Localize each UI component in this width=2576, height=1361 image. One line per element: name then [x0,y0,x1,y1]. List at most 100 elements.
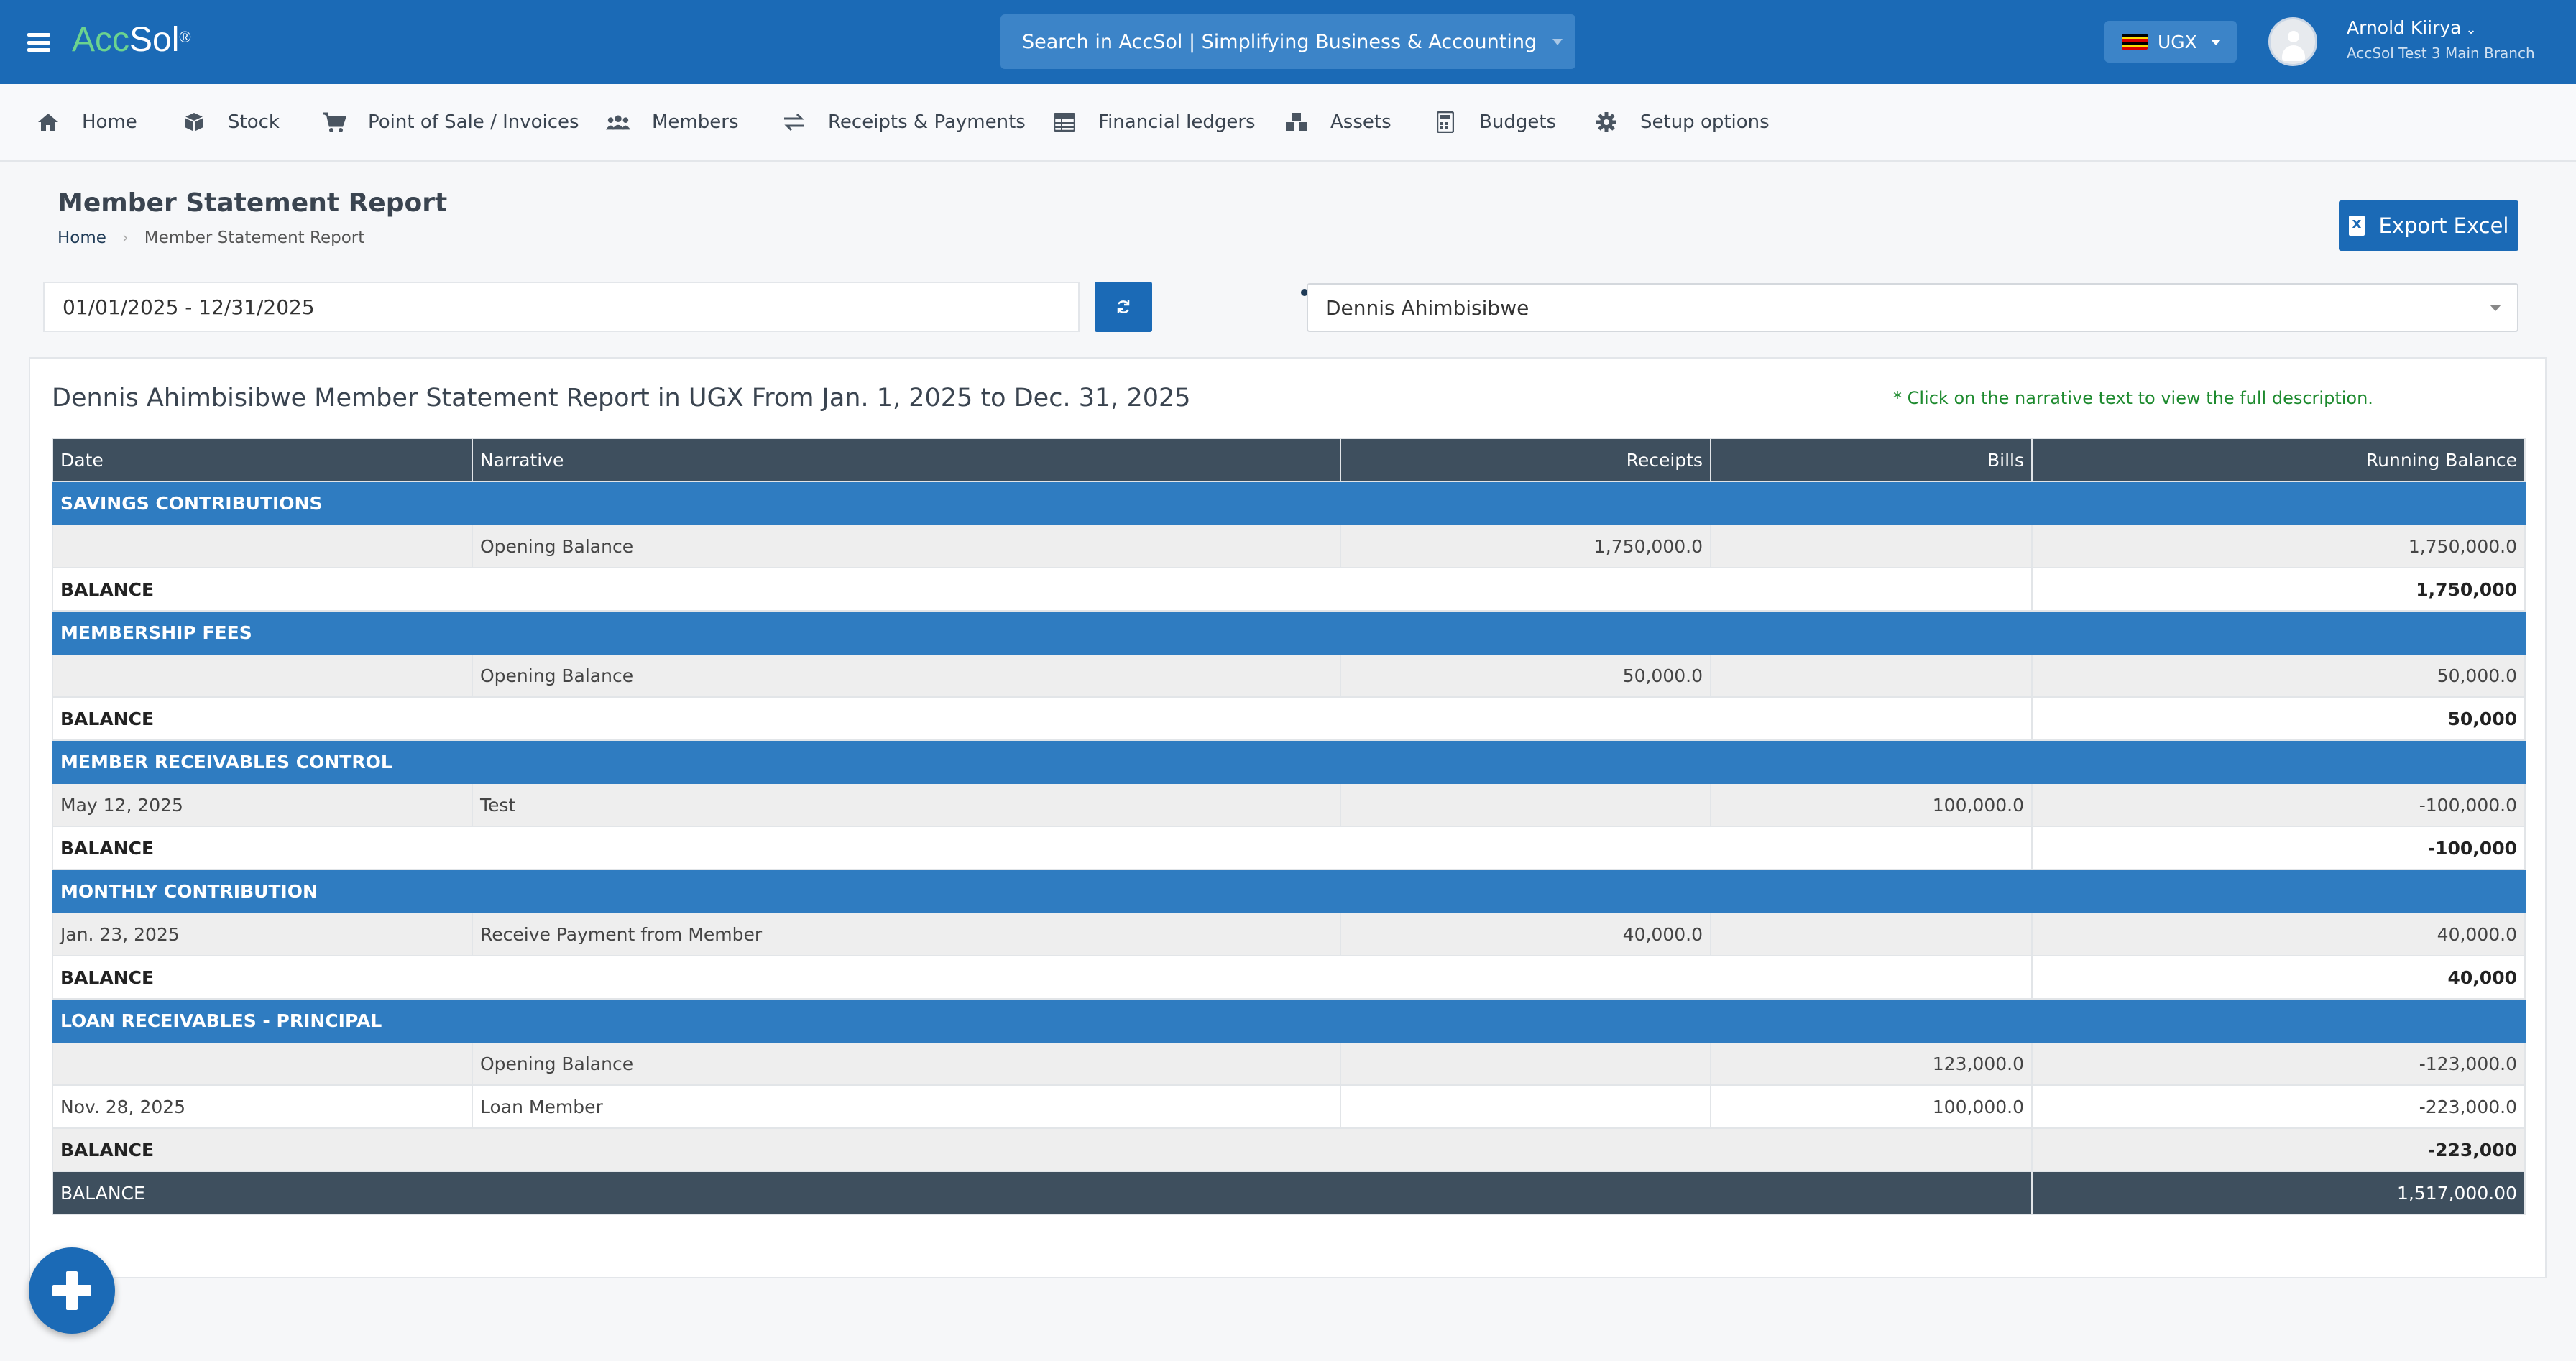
entry-narrative[interactable]: Test [472,783,1341,827]
caret-down-icon [2211,40,2221,45]
chevron-down-icon: ⌄ [2465,22,2477,37]
section-balance-row: BALANCE -100,000 [52,826,2526,870]
hamburger-menu-icon[interactable] [27,33,50,52]
date-range-value: 01/01/2025 - 12/31/2025 [63,295,315,319]
entry-narrative[interactable]: Opening Balance [472,653,1341,698]
report-title: Dennis Ahimbisibwe Member Statement Repo… [52,384,1191,412]
section-balance-row: BALANCE 1,750,000 [52,567,2526,612]
entry-narrative[interactable]: Opening Balance [472,1041,1341,1086]
balance-value: 1,750,000 [2031,567,2526,612]
entry-receipts [1340,1041,1711,1086]
nav-home[interactable]: Home [36,84,137,160]
breadcrumb-home-link[interactable]: Home [58,229,106,247]
nav-budgets[interactable]: Budgets [1433,84,1556,160]
table-icon [1052,111,1077,133]
balance-value: -223,000 [2031,1127,2526,1172]
section-name: LOAN RECEIVABLES - PRINCIPAL [52,998,2526,1043]
entry-bills [1710,653,2033,698]
main-nav: Home Stock Point of Sale / Invoices Memb… [0,84,2576,162]
column-header-running-balance[interactable]: Running Balance [2031,438,2526,482]
user-name: Arnold Kiirya [2347,17,2462,38]
breadcrumb-current: Member Statement Report [144,229,365,247]
nav-members[interactable]: Members [606,84,739,160]
entry-date [52,1041,473,1086]
nav-receipts-payments[interactable]: Receipts & Payments [782,84,1026,160]
column-header-receipts[interactable]: Receipts [1340,438,1711,482]
grand-total-value: 1,517,000.00 [2031,1171,2526,1215]
entry-narrative[interactable]: Loan Member [472,1084,1341,1129]
export-excel-button[interactable]: Export Excel [2339,200,2518,251]
nav-stock[interactable]: Stock [182,84,280,160]
refresh-button[interactable] [1095,282,1152,332]
gear-icon [1594,111,1619,133]
user-menu[interactable]: Arnold Kiirya ⌄ [2347,17,2477,38]
column-header-date[interactable]: Date [52,438,473,482]
page-title: Member Statement Report [58,188,448,218]
exchange-icon [782,111,806,133]
entry-narrative[interactable]: Opening Balance [472,524,1341,568]
breadcrumb-separator-icon: › [121,229,129,247]
home-icon [36,111,60,133]
excel-file-icon [2348,214,2365,236]
add-floating-button[interactable] [29,1247,115,1334]
column-header-narrative[interactable]: Narrative [472,438,1341,482]
table-row: May 12, 2025 Test 100,000.0 -100,000.0 [52,783,2526,827]
section-name: MEMBER RECEIVABLES CONTROL [52,739,2526,784]
cart-icon [322,111,346,133]
nav-point-of-sale[interactable]: Point of Sale / Invoices [322,84,579,160]
entry-date [52,524,473,568]
balance-value: 40,000 [2031,955,2526,1000]
entry-bills: 100,000.0 [1710,783,2033,827]
report-note: * Click on the narrative text to view th… [1893,388,2373,408]
date-range-input[interactable]: 01/01/2025 - 12/31/2025 [43,282,1080,332]
entry-bills [1710,524,2033,568]
balance-value: 50,000 [2031,696,2526,741]
nav-setup-options[interactable]: Setup options [1594,84,1770,160]
table-row: Nov. 28, 2025 Loan Member 100,000.0 -223… [52,1084,2526,1129]
users-icon [606,111,630,133]
export-excel-label: Export Excel [2378,213,2509,238]
column-header-bills[interactable]: Bills [1710,438,2033,482]
entry-running-balance: -123,000.0 [2031,1041,2526,1086]
currency-code: UGX [2158,31,2197,52]
statement-table: Date Narrative Receipts Bills Running Ba… [52,438,2526,1215]
entry-receipts: 40,000.0 [1340,912,1711,956]
balance-value: -100,000 [2031,826,2526,870]
entry-receipts: 1,750,000.0 [1340,524,1711,568]
section-name: MEMBERSHIP FEES [52,610,2526,655]
currency-selector[interactable]: UGX [2104,21,2237,63]
cube-icon [182,111,206,133]
balance-label: BALANCE [52,567,2033,612]
global-search-input[interactable]: Search in AccSol | Simplifying Business … [1000,14,1576,69]
entry-bills: 100,000.0 [1710,1084,2033,1129]
entry-running-balance: 50,000.0 [2031,653,2526,698]
calculator-icon [1433,111,1458,133]
section-header-row: MEMBER RECEIVABLES CONTROL [52,739,2526,784]
nav-assets[interactable]: Assets [1284,84,1392,160]
entry-narrative[interactable]: Receive Payment from Member [472,912,1341,956]
chevron-down-icon [2490,305,2501,311]
grand-total-label: BALANCE [52,1171,2033,1215]
user-branch: AccSol Test 3 Main Branch [2347,45,2535,62]
refresh-icon [1117,300,1130,313]
entry-date: May 12, 2025 [52,783,473,827]
cubes-icon [1284,111,1309,133]
entry-running-balance: -100,000.0 [2031,783,2526,827]
grand-total-row: BALANCE 1,517,000.00 [52,1171,2526,1215]
section-balance-row: BALANCE -223,000 [52,1127,2526,1172]
search-placeholder: Search in AccSol | Simplifying Business … [1022,30,1537,53]
entry-receipts [1340,783,1711,827]
entry-date [52,653,473,698]
balance-label: BALANCE [52,1127,2033,1172]
section-header-row: MONTHLY CONTRIBUTION [52,869,2526,913]
brand-logo[interactable]: AccSol® [72,19,191,62]
user-avatar[interactable] [2268,17,2317,66]
section-balance-row: BALANCE 50,000 [52,696,2526,741]
entry-running-balance: 1,750,000.0 [2031,524,2526,568]
section-header-row: LOAN RECEIVABLES - PRINCIPAL [52,998,2526,1043]
table-row: Jan. 23, 2025 Receive Payment from Membe… [52,912,2526,956]
entry-running-balance: 40,000.0 [2031,912,2526,956]
section-name: SAVINGS CONTRIBUTIONS [52,481,2526,525]
member-select[interactable]: Dennis Ahimbisibwe [1307,283,2518,332]
nav-financial-ledgers[interactable]: Financial ledgers [1052,84,1256,160]
